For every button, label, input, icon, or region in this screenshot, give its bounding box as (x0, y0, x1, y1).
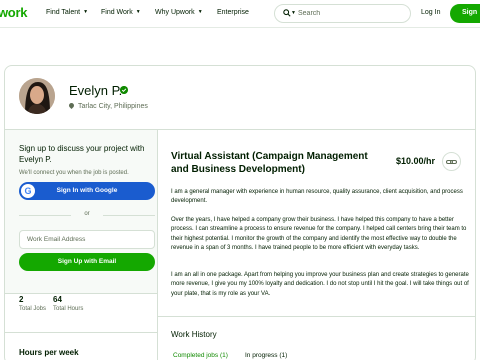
copy-link-button[interactable] (442, 152, 461, 171)
search-icon (283, 9, 291, 17)
signup-panel-title: Sign up to discuss your project with Eve… (19, 144, 145, 164)
search-input[interactable] (298, 8, 398, 19)
stat-total-jobs: 2 Total Jobs (19, 295, 46, 312)
overview-paragraph: I am a general manager with experience i… (171, 189, 463, 205)
nav-find-work[interactable]: Find Work ▼ (101, 9, 141, 16)
location-text: Tarlac City, Philippines (78, 103, 148, 110)
divider (157, 130, 158, 360)
stat-value: 64 (53, 295, 62, 304)
verified-badge-icon (120, 86, 128, 94)
chevron-down-icon: ▼ (135, 9, 141, 15)
avatar (19, 78, 55, 114)
chevron-down-icon: ▼ (197, 9, 203, 15)
chevron-down-icon: ▼ (83, 9, 89, 15)
profile-name: Evelyn P. (69, 83, 123, 98)
divider (158, 316, 475, 317)
stat-label: Total Jobs (19, 306, 47, 312)
search-box[interactable]: ▼ (274, 4, 411, 23)
profile-headline: Virtual Assistant (Campaign Management a… (171, 151, 368, 175)
chevron-down-icon: ▼ (291, 10, 296, 16)
or-text: or (84, 211, 90, 217)
work-history-title: Work History (171, 330, 217, 339)
google-signin-button[interactable]: G Sign In with Google (19, 182, 155, 200)
nav-find-talent[interactable]: Find Talent ▼ (46, 9, 88, 16)
nav-enterprise[interactable]: Enterprise (217, 9, 249, 16)
profile-photo (19, 78, 55, 114)
hours-per-week-title: Hours per week (19, 348, 79, 357)
top-nav: work Find Talent ▼ Find Work ▼ Why Upwork ▼… (0, 0, 480, 28)
link-icon (450, 160, 457, 164)
signup-email-button[interactable]: Sign Up with Email (19, 253, 155, 271)
stat-label: Total Hours (53, 306, 84, 312)
or-separator: or (19, 211, 155, 219)
overview-paragraph: I am an all in one package. Apart from h… (171, 272, 469, 297)
tab-in-progress[interactable]: In progress (1) (245, 352, 287, 359)
stat-total-hours: 64 Total Hours (53, 295, 83, 312)
divider (5, 332, 157, 333)
signup-button[interactable]: Sign (450, 4, 480, 23)
location-pin-icon (67, 101, 76, 110)
profile-card: Evelyn P. Tarlac City, Philippines Sign … (4, 65, 476, 360)
hourly-rate: $10.00/hr (396, 156, 436, 166)
tab-completed-jobs[interactable]: Completed jobs (1) (173, 352, 228, 359)
divider (5, 293, 157, 294)
nav-find-work-label: Find Work (101, 9, 133, 16)
nav-why-upwork-label: Why Upwork (155, 9, 195, 16)
upwork-logo[interactable]: work (0, 5, 27, 20)
login-link[interactable]: Log In (421, 9, 440, 16)
nav-why-upwork[interactable]: Why Upwork ▼ (155, 9, 203, 16)
nav-find-talent-label: Find Talent (46, 9, 81, 16)
email-field[interactable] (19, 230, 155, 249)
signup-panel-subtitle: We'll connect you when the job is posted… (19, 170, 129, 176)
stat-value: 2 (19, 295, 24, 304)
profile-location: Tarlac City, Philippines (67, 101, 148, 110)
overview-paragraph: Over the years, I have helped a company … (171, 217, 467, 251)
google-signin-label: Sign In with Google (56, 187, 118, 194)
